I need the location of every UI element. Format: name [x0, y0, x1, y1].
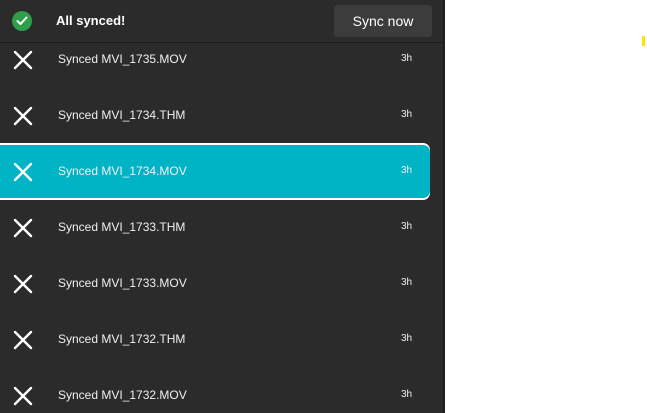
- list-item-selected[interactable]: Synced MVI_1734.MOV 3h: [0, 144, 443, 200]
- list-item[interactable]: Synced MVI_1733.THM 3h: [0, 200, 443, 256]
- sync-age: 3h: [401, 165, 413, 176]
- sync-age: 3h: [401, 221, 413, 232]
- file-name: Synced MVI_1733.MOV: [58, 276, 187, 290]
- list-item[interactable]: Synced MVI_1732.THM 3h: [0, 312, 443, 368]
- close-icon[interactable]: [12, 105, 34, 127]
- sync-age: 3h: [401, 53, 413, 64]
- sync-age: 3h: [401, 389, 413, 400]
- file-name: Synced MVI_1732.MOV: [58, 388, 187, 402]
- list-item[interactable]: Synced MVI_1733.MOV 3h: [0, 256, 443, 312]
- app-window: Synced MVI_1735.MOV 3h Synced MVI_1734.T…: [0, 0, 647, 413]
- sync-header: All synced! Sync now: [0, 0, 443, 43]
- sync-age: 3h: [401, 277, 413, 288]
- file-name: Synced MVI_1733.THM: [58, 220, 186, 234]
- sync-status-text: All synced!: [56, 13, 126, 28]
- sync-now-button[interactable]: Sync now: [334, 5, 432, 37]
- sync-age: 3h: [401, 333, 413, 344]
- close-icon[interactable]: [12, 161, 34, 183]
- sync-age: 3h: [401, 109, 413, 120]
- close-icon[interactable]: [12, 273, 34, 295]
- close-icon[interactable]: [12, 49, 34, 71]
- close-icon[interactable]: [12, 217, 34, 239]
- close-icon[interactable]: [12, 329, 34, 351]
- list-item[interactable]: Synced MVI_1732.MOV 3h: [0, 368, 443, 413]
- panel-edge: [443, 0, 445, 413]
- file-name: Synced MVI_1734.THM: [58, 108, 186, 122]
- file-name: Synced MVI_1732.THM: [58, 332, 186, 346]
- close-icon[interactable]: [12, 385, 34, 407]
- list-item[interactable]: Synced MVI_1734.THM 3h: [0, 88, 443, 144]
- sync-panel: Synced MVI_1735.MOV 3h Synced MVI_1734.T…: [0, 0, 443, 413]
- synced-files-list: Synced MVI_1735.MOV 3h Synced MVI_1734.T…: [0, 32, 443, 413]
- check-icon: [12, 11, 32, 31]
- yellow-marker: [642, 36, 645, 46]
- file-name: Synced MVI_1735.MOV: [58, 52, 187, 66]
- file-name: Synced MVI_1734.MOV: [58, 164, 187, 178]
